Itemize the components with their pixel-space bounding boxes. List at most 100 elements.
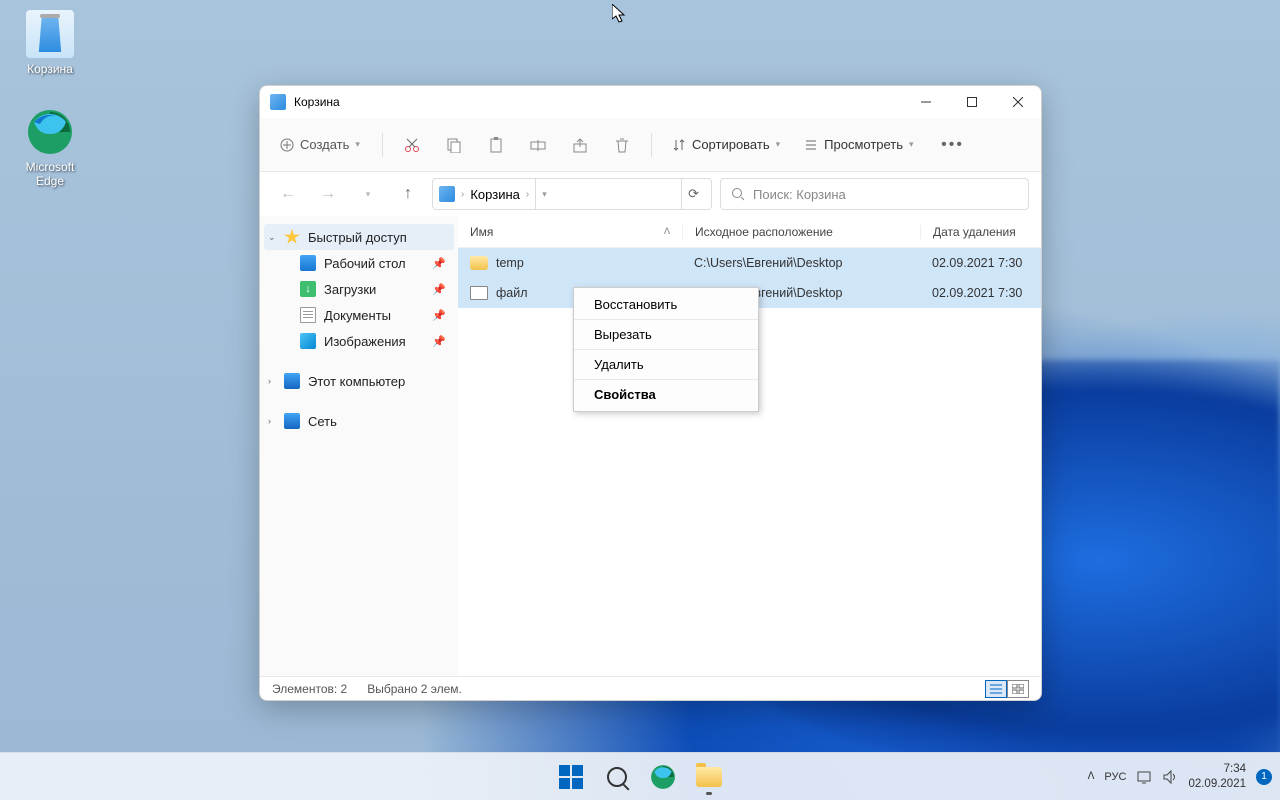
delete-button[interactable]: [603, 127, 641, 163]
chevron-down-icon: ▾: [776, 139, 781, 150]
desktop-edge[interactable]: Microsoft Edge: [12, 108, 88, 188]
details-view-button[interactable]: [985, 680, 1007, 698]
notification-badge[interactable]: 1: [1256, 769, 1272, 785]
new-button-label: Создать: [300, 137, 349, 152]
pictures-icon: [300, 333, 316, 349]
sidebar-item-label: Быстрый доступ: [308, 230, 407, 245]
file-list: Имяᐱ Исходное расположение Дата удаления…: [458, 216, 1041, 676]
view-label: Просмотреть: [824, 137, 903, 152]
context-properties[interactable]: Свойства: [574, 379, 758, 409]
star-icon: [284, 229, 300, 245]
status-count: Элементов: 2: [272, 682, 347, 696]
breadcrumb[interactable]: › Корзина › ▾ ⟳: [432, 178, 712, 210]
sidebar-item-label: Рабочий стол: [324, 256, 406, 271]
sidebar-downloads[interactable]: ↓ Загрузки 📌: [264, 276, 454, 302]
search-icon: [731, 187, 745, 201]
sidebar-network[interactable]: › Сеть: [264, 408, 454, 434]
copy-button[interactable]: [435, 127, 473, 163]
sidebar-item-label: Сеть: [308, 414, 337, 429]
chevron-right-icon: ›: [461, 189, 464, 200]
sort-icon: [672, 138, 686, 152]
file-deleted: 02.09.2021 7:30: [932, 286, 1022, 300]
taskbar-edge[interactable]: [643, 757, 683, 797]
paste-icon: [488, 137, 504, 153]
desktop-edge-label: Microsoft Edge: [12, 160, 88, 188]
search-input[interactable]: Поиск: Корзина: [720, 178, 1029, 210]
sort-button[interactable]: Сортировать ▾: [662, 131, 790, 158]
toolbar: Создать ▾ Сортировать ▾ Просмотреть ▾ ••…: [260, 118, 1041, 172]
document-icon: [300, 307, 316, 323]
table-row[interactable]: temp C:\Users\Евгений\Desktop 02.09.2021…: [458, 248, 1041, 278]
breadcrumb-dropdown[interactable]: ▾: [535, 179, 553, 209]
column-location[interactable]: Исходное расположение: [682, 225, 920, 239]
more-button[interactable]: •••: [934, 127, 972, 163]
cut-button[interactable]: [393, 127, 431, 163]
titlebar[interactable]: Корзина: [260, 86, 1041, 118]
sidebar-desktop[interactable]: Рабочий стол 📌: [264, 250, 454, 276]
context-delete[interactable]: Удалить: [574, 349, 758, 379]
sidebar-item-label: Этот компьютер: [308, 374, 405, 389]
view-button[interactable]: Просмотреть ▾: [794, 131, 923, 158]
share-button[interactable]: [561, 127, 599, 163]
search-placeholder: Поиск: Корзина: [753, 187, 846, 202]
navbar: ← → ▾ ↑ › Корзина › ▾ ⟳ Поиск: Корзина: [260, 172, 1041, 216]
network-icon[interactable]: [1136, 769, 1152, 785]
breadcrumb-text: Корзина: [470, 187, 520, 202]
rename-button[interactable]: [519, 127, 557, 163]
recent-button[interactable]: ▾: [352, 178, 384, 210]
tray-overflow[interactable]: ᐱ: [1088, 771, 1095, 782]
refresh-button[interactable]: ⟳: [681, 179, 705, 209]
chevron-right-icon: ›: [268, 376, 271, 386]
paste-button[interactable]: [477, 127, 515, 163]
column-deleted[interactable]: Дата удаления: [920, 225, 1041, 239]
recycle-bin-icon: [26, 10, 74, 58]
recycle-bin-small-icon: [270, 94, 286, 110]
search-icon: [607, 767, 627, 787]
sidebar-quick-access[interactable]: ⌄ Быстрый доступ: [264, 224, 454, 250]
list-icon: [990, 684, 1002, 694]
tray-date: 02.09.2021: [1188, 777, 1246, 792]
sidebar-item-label: Документы: [324, 308, 391, 323]
up-button[interactable]: ↑: [392, 178, 424, 210]
chevron-down-icon: ▾: [909, 139, 914, 150]
pin-icon: 📌: [432, 257, 446, 270]
tray-clock[interactable]: 7:34 02.09.2021: [1188, 762, 1246, 792]
minimize-button[interactable]: [903, 86, 949, 118]
sort-label: Сортировать: [692, 137, 770, 152]
system-tray: ᐱ РУС 7:34 02.09.2021 1: [1088, 762, 1272, 792]
chevron-down-icon: ▾: [355, 139, 360, 150]
maximize-button[interactable]: [949, 86, 995, 118]
ellipsis-icon: •••: [941, 136, 964, 154]
sidebar-item-label: Загрузки: [324, 282, 376, 297]
network-icon: [284, 413, 300, 429]
desktop-recycle-label: Корзина: [12, 62, 88, 76]
back-button[interactable]: ←: [272, 178, 304, 210]
search-button[interactable]: [597, 757, 637, 797]
windows-logo-icon: [559, 765, 583, 789]
sidebar-this-pc[interactable]: › Этот компьютер: [264, 368, 454, 394]
chevron-down-icon: ⌄: [268, 232, 276, 243]
copy-icon: [446, 137, 462, 153]
recycle-bin-small-icon: [439, 186, 455, 202]
sidebar-pictures[interactable]: Изображения 📌: [264, 328, 454, 354]
volume-icon[interactable]: [1162, 769, 1178, 785]
start-button[interactable]: [551, 757, 591, 797]
context-restore[interactable]: Восстановить: [574, 290, 758, 319]
pin-icon: 📌: [432, 283, 446, 296]
icons-view-button[interactable]: [1007, 680, 1029, 698]
close-button[interactable]: [995, 86, 1041, 118]
edge-icon: [26, 108, 74, 156]
sidebar-documents[interactable]: Документы 📌: [264, 302, 454, 328]
forward-button[interactable]: →: [312, 178, 344, 210]
chevron-right-icon: ›: [526, 189, 529, 200]
taskbar-explorer[interactable]: [689, 757, 729, 797]
file-deleted: 02.09.2021 7:30: [932, 256, 1022, 270]
tray-language[interactable]: РУС: [1104, 771, 1126, 783]
file-location: C:\Users\Евгений\Desktop: [694, 256, 843, 270]
new-button[interactable]: Создать ▾: [268, 131, 372, 158]
grid-icon: [1012, 684, 1024, 694]
column-name[interactable]: Имяᐱ: [458, 225, 682, 239]
view-icon: [804, 138, 818, 152]
context-cut[interactable]: Вырезать: [574, 319, 758, 349]
desktop-recycle-bin[interactable]: Корзина: [12, 10, 88, 76]
